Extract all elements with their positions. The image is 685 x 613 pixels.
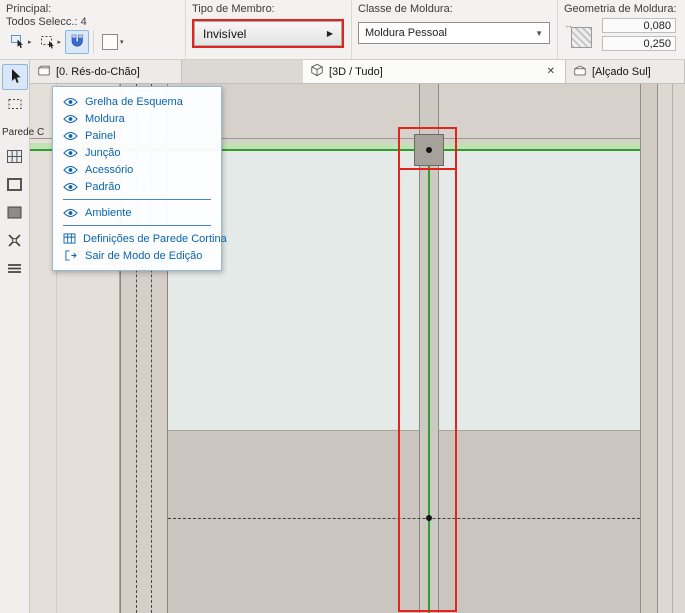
magnet-icon — [69, 33, 85, 52]
elevation-icon — [573, 64, 587, 80]
menu-item-label: Sair de Modo de Edição — [85, 250, 202, 262]
principal-label: Principal: — [6, 3, 179, 15]
table-icon — [63, 233, 76, 244]
marquee-icon — [7, 96, 23, 115]
surface-swatch-button[interactable]: ▾ — [98, 30, 128, 54]
eye-icon — [63, 131, 78, 141]
frame-width-field[interactable]: 0,080 — [602, 18, 676, 33]
menu-item-environment[interactable]: Ambiente — [53, 204, 221, 221]
accessory-tool-button[interactable] — [2, 257, 28, 283]
highlight-box-joint — [398, 127, 457, 170]
marquee-tool-button-side[interactable] — [2, 92, 28, 118]
menu-item-frame[interactable]: Moldura — [53, 110, 221, 127]
menu-item-label: Moldura — [85, 113, 125, 125]
menu-item-panel[interactable]: Painel — [53, 127, 221, 144]
tab-label: [0. Rés-do-Chão] — [56, 66, 140, 78]
selection-window-icon — [10, 33, 26, 52]
tab-label: [Alçado Sul] — [592, 66, 651, 78]
eye-icon — [63, 114, 78, 124]
menu-item-junction[interactable]: Junção — [53, 144, 221, 161]
menu-item-label: Acessório — [85, 164, 133, 176]
marquee-icon — [40, 33, 56, 52]
view-tabbar: [0. Rés-do-Chão] [3D / Tudo] ✕ [Alçado S… — [30, 60, 685, 84]
tab-3d-view[interactable]: [3D / Tudo] ✕ — [303, 60, 566, 83]
dropdown-arrow-icon: ▾ — [120, 39, 124, 46]
flyout-arrow-icon: ▸ — [58, 39, 62, 46]
frame-class-value: Moldura Pessoal — [365, 27, 535, 39]
menu-item-label: Ambiente — [85, 207, 131, 219]
member-type-value: Invisível — [203, 27, 327, 41]
menu-item-settings[interactable]: Definições de Parede Cortina — [53, 230, 221, 247]
frame-depth-value: 0,250 — [643, 38, 671, 50]
selection-tool-button[interactable]: ▸ — [6, 30, 36, 54]
menu-item-exit-edit-mode[interactable]: Sair de Modo de Edição — [53, 247, 221, 264]
right-wall-edge-line — [672, 84, 673, 613]
menu-item-label: Definições de Parede Cortina — [83, 233, 227, 245]
menu-item-label: Grelha de Esquema — [85, 96, 183, 108]
tab-floor-plan[interactable]: [0. Rés-do-Chão] — [30, 60, 182, 83]
panel-tool-icon — [6, 204, 23, 224]
panel-tool-button[interactable] — [2, 201, 28, 227]
menu-item-label: Junção — [85, 147, 120, 159]
toolbox-group-label: Parede C — [0, 127, 44, 138]
principal-buttons: ▸ ▸ ▾ — [6, 30, 179, 54]
frame-geometry-label: Geometria de Moldura: — [564, 3, 679, 15]
floor-plan-icon — [37, 64, 51, 80]
right-column — [640, 84, 658, 613]
frame-geometry-section: Geometria de Moldura: ↔ 0,080 0,250 — [558, 0, 685, 59]
scheme-grid-tool-button[interactable] — [2, 145, 28, 171]
frame-depth-field[interactable]: 0,250 — [602, 36, 676, 51]
menu-item-label: Padrão — [85, 181, 120, 193]
flyout-arrow-icon: ▶ — [327, 29, 333, 38]
frame-tool-button[interactable] — [2, 173, 28, 199]
eye-icon — [63, 148, 78, 158]
exit-icon — [63, 250, 78, 261]
tab-elevation[interactable]: [Alçado Sul] — [566, 60, 685, 83]
toolbar-divider — [93, 31, 94, 53]
menu-item-scheme-grid[interactable]: Grelha de Esquema — [53, 93, 221, 110]
magnet-toggle-button[interactable] — [65, 30, 89, 54]
frame-class-label: Classe de Moldura: — [358, 3, 551, 15]
toolbox-sidebar: Parede C — [0, 60, 30, 613]
frame-class-combobox[interactable]: Moldura Pessoal ▼ — [358, 22, 550, 44]
eye-icon — [63, 182, 78, 192]
eye-icon — [63, 208, 78, 218]
member-type-dropdown[interactable]: Invisível ▶ — [194, 21, 342, 46]
3d-view-icon — [310, 63, 324, 80]
flyout-arrow-icon: ▸ — [28, 39, 32, 46]
menu-separator — [63, 199, 211, 200]
junction-tool-button[interactable] — [2, 229, 28, 255]
frame-width-value: 0,080 — [643, 20, 671, 32]
menu-item-label: Painel — [85, 130, 116, 142]
frame-tool-icon — [6, 176, 23, 196]
member-type-section: Tipo de Membro: Invisível ▶ — [186, 0, 352, 59]
arrow-cursor-icon — [7, 68, 23, 87]
arrow-tool-button[interactable] — [2, 64, 28, 90]
member-type-label: Tipo de Membro: — [192, 3, 345, 15]
tab-label: [3D / Tudo] — [329, 66, 383, 78]
frame-class-section: Classe de Moldura: Moldura Pessoal ▼ — [352, 0, 558, 59]
curtain-wall-edit-menu: Grelha de Esquema Moldura Painel Junção … — [52, 86, 222, 271]
menu-item-accessory[interactable]: Acessório — [53, 161, 221, 178]
junction-tool-icon — [6, 232, 23, 252]
close-icon[interactable]: ✕ — [544, 66, 558, 77]
accessory-tool-icon — [6, 260, 23, 280]
selection-count: Todos Selecc.: 4 — [6, 16, 179, 28]
swatch-icon — [102, 34, 118, 50]
menu-separator — [63, 225, 211, 226]
tabbar-spacer — [182, 60, 303, 83]
eye-icon — [63, 97, 78, 107]
top-toolbar: Principal: Todos Selecc.: 4 ▸ ▸ — [0, 0, 685, 60]
chevron-down-icon: ▼ — [535, 29, 543, 38]
eye-icon — [63, 165, 78, 175]
menu-item-default[interactable]: Padrão — [53, 178, 221, 195]
frame-geometry-icon: ↔ — [564, 18, 594, 50]
marquee-tool-button[interactable]: ▸ — [36, 30, 66, 54]
principal-section: Principal: Todos Selecc.: 4 ▸ ▸ — [0, 0, 186, 59]
highlight-box-tall — [398, 127, 457, 612]
grid-tool-icon — [6, 148, 23, 168]
